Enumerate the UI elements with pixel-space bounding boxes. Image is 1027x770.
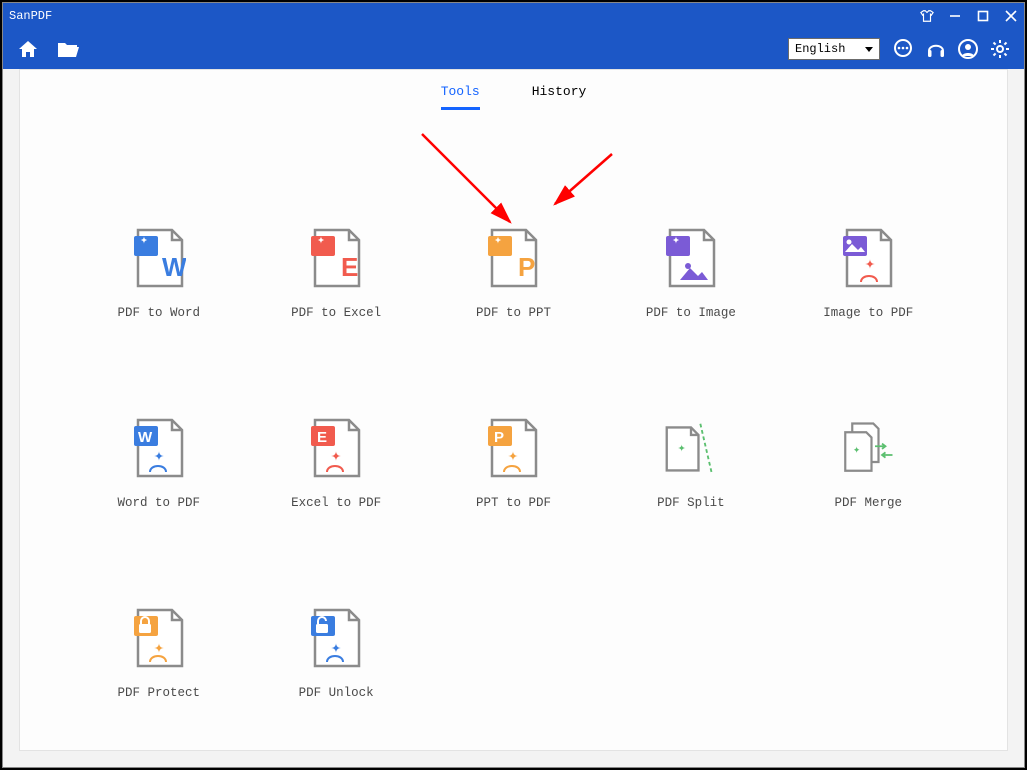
tab-history-label: History bbox=[532, 84, 587, 99]
tool-label: PDF to Image bbox=[646, 306, 736, 320]
settings-icon[interactable] bbox=[990, 39, 1010, 59]
tool-label: Excel to PDF bbox=[291, 496, 381, 510]
pdf-merge-icon bbox=[840, 414, 896, 482]
dropdown-caret-icon bbox=[865, 47, 873, 52]
close-button[interactable] bbox=[1004, 9, 1018, 23]
open-folder-button[interactable] bbox=[57, 40, 81, 58]
pdf-to-image-icon bbox=[663, 224, 719, 292]
image-to-pdf-icon bbox=[840, 224, 896, 292]
svg-text:W: W bbox=[162, 252, 186, 282]
headphones-icon[interactable] bbox=[926, 39, 946, 59]
tool-label: PDF to PPT bbox=[476, 306, 551, 320]
tool-pdf-to-ppt[interactable]: P PDF to PPT bbox=[476, 224, 551, 320]
titlebar: SanPDF bbox=[3, 3, 1024, 29]
tools-grid: W PDF to Word E PDF to Excel P PDF to PP… bbox=[20, 110, 1007, 700]
user-icon[interactable] bbox=[958, 39, 978, 59]
main-panel: Tools History W PDF to Word E PD bbox=[19, 69, 1008, 751]
tool-label: PDF to Excel bbox=[291, 306, 381, 320]
tool-image-to-pdf[interactable]: Image to PDF bbox=[823, 224, 913, 320]
excel-to-pdf-icon: E bbox=[308, 414, 364, 482]
minimize-button[interactable] bbox=[948, 9, 962, 23]
svg-text:P: P bbox=[518, 252, 535, 282]
tool-pdf-unlock[interactable]: PDF Unlock bbox=[299, 604, 374, 700]
tool-pdf-merge[interactable]: PDF Merge bbox=[835, 414, 903, 510]
tabs: Tools History bbox=[20, 70, 1007, 110]
tab-history[interactable]: History bbox=[532, 84, 587, 110]
tool-label: PPT to PDF bbox=[476, 496, 551, 510]
tool-excel-to-pdf[interactable]: E Excel to PDF bbox=[291, 414, 381, 510]
tool-pdf-to-excel[interactable]: E PDF to Excel bbox=[291, 224, 381, 320]
svg-text:E: E bbox=[341, 252, 358, 282]
tool-word-to-pdf[interactable]: W Word to PDF bbox=[117, 414, 200, 510]
pdf-unlock-icon bbox=[308, 604, 364, 672]
home-button[interactable] bbox=[17, 39, 39, 59]
tool-pdf-to-word[interactable]: W PDF to Word bbox=[117, 224, 200, 320]
tool-pdf-protect[interactable]: PDF Protect bbox=[117, 604, 200, 700]
pdf-to-excel-icon: E bbox=[308, 224, 364, 292]
ppt-to-pdf-icon: P bbox=[485, 414, 541, 482]
tshirt-icon[interactable] bbox=[920, 9, 934, 23]
svg-text:E: E bbox=[317, 429, 327, 446]
pdf-to-word-icon: W bbox=[131, 224, 187, 292]
maximize-button[interactable] bbox=[976, 9, 990, 23]
tool-label: Word to PDF bbox=[117, 496, 200, 510]
tool-label: PDF to Word bbox=[117, 306, 200, 320]
tool-label: Image to PDF bbox=[823, 306, 913, 320]
tool-label: PDF Protect bbox=[117, 686, 200, 700]
tab-tools[interactable]: Tools bbox=[441, 84, 480, 110]
language-selector[interactable]: English bbox=[788, 38, 880, 60]
word-to-pdf-icon: W bbox=[131, 414, 187, 482]
app-title: SanPDF bbox=[9, 9, 920, 23]
toolbar: English bbox=[3, 29, 1024, 69]
chat-icon[interactable] bbox=[892, 39, 914, 59]
tool-pdf-to-image[interactable]: PDF to Image bbox=[646, 224, 736, 320]
tab-tools-label: Tools bbox=[441, 84, 480, 99]
pdf-protect-icon bbox=[131, 604, 187, 672]
tool-ppt-to-pdf[interactable]: P PPT to PDF bbox=[476, 414, 551, 510]
svg-text:W: W bbox=[138, 429, 153, 446]
tool-label: PDF Split bbox=[657, 496, 725, 510]
language-value: English bbox=[795, 42, 845, 56]
pdf-to-ppt-icon: P bbox=[485, 224, 541, 292]
pdf-split-icon bbox=[663, 414, 719, 482]
svg-text:P: P bbox=[494, 429, 504, 446]
tool-pdf-split[interactable]: PDF Split bbox=[657, 414, 725, 510]
tool-label: PDF Unlock bbox=[299, 686, 374, 700]
tool-label: PDF Merge bbox=[835, 496, 903, 510]
